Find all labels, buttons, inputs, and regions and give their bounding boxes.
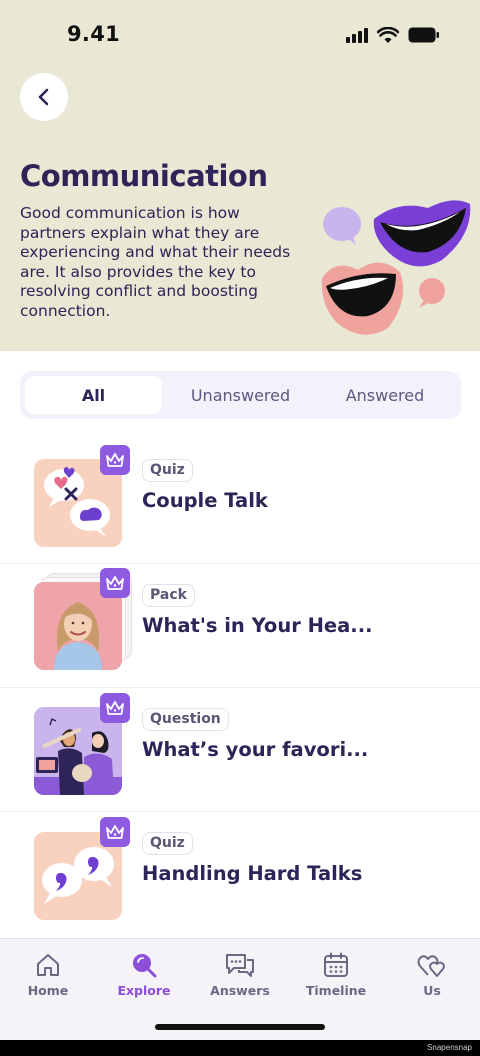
segment-unanswered[interactable]: Unanswered [168,371,313,419]
hearts-icon [417,955,445,977]
item-tag: Question [142,708,229,731]
house-icon [37,954,59,976]
list-item-whats-in-your-heart[interactable]: Pack What's in Your Hea... [0,564,480,688]
home-indicator [155,1024,325,1030]
tab-label: Us [423,983,441,998]
crown-icon [100,693,130,723]
item-tag: Quiz [142,832,193,855]
chat-icon [226,954,254,977]
item-title: Couple Talk [142,489,268,512]
signal-icon [346,27,368,43]
list-item-handling-hard-talks[interactable]: Quiz Handling Hard Talks [0,812,480,936]
wifi-icon [377,26,399,43]
item-title: What’s your favori... [142,738,369,761]
item-tag: Quiz [142,459,193,482]
tab-label: Explore [117,983,171,998]
footer-bar [0,1040,480,1056]
talking-mouths-illustration [321,200,471,335]
tab-label: Timeline [305,983,367,998]
crown-icon [100,568,130,598]
calendar-icon [324,952,348,977]
list-item-couple-talk[interactable]: Quiz Couple Talk [0,440,480,564]
status-icons [346,26,440,44]
filter-segmented-control: All Unanswered Answered [20,371,461,419]
tab-answers[interactable]: Answers [192,939,288,1009]
item-title: What's in Your Hea... [142,614,373,637]
segment-answered[interactable]: Answered [315,371,455,419]
back-button[interactable] [20,73,68,121]
page-title: Communication [20,159,268,193]
tab-timeline[interactable]: Timeline [288,939,384,1009]
tab-explore[interactable]: Explore [96,939,192,1009]
chevron-left-icon [38,88,49,106]
battery-icon [408,27,439,43]
crown-icon [100,817,130,847]
header: 9.41 Communication Good communication is… [0,0,480,351]
search-icon [133,954,157,978]
watermark: Snapensnap [427,1043,472,1052]
tab-label: Answers [210,983,270,998]
tab-us[interactable]: Us [384,939,480,1009]
crown-icon [100,445,130,475]
segment-all[interactable]: All [25,376,162,414]
list-item-whats-your-favorite[interactable]: Question What’s your favori... [0,688,480,812]
page-description: Good communication is how partners expla… [20,204,291,320]
tab-label: Home [27,983,69,998]
tab-home[interactable]: Home [0,939,96,1009]
item-tag: Pack [142,584,195,607]
item-title: Handling Hard Talks [142,862,363,885]
status-time: 9.41 [67,22,121,46]
